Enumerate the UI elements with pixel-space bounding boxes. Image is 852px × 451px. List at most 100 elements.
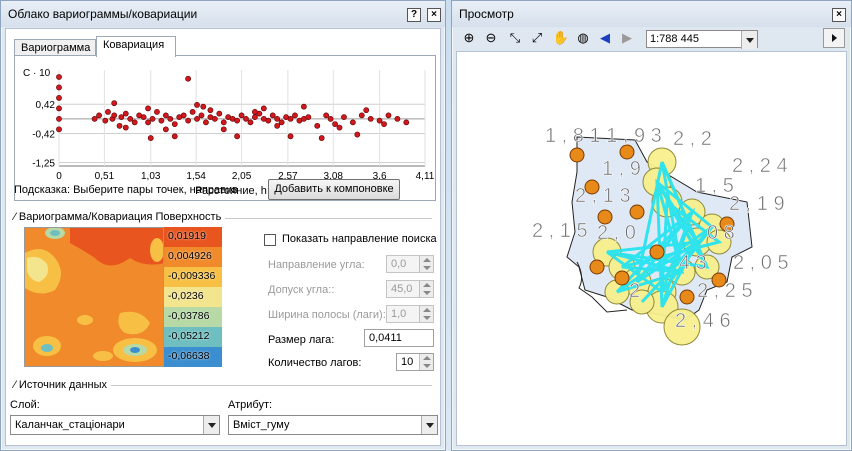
data-point — [56, 84, 62, 91]
map-label: 2 , 0 — [597, 222, 636, 244]
data-point — [111, 112, 118, 119]
bandwidth-field[interactable]: 1,0 — [386, 305, 434, 323]
data-point — [122, 124, 129, 131]
data-point — [102, 117, 109, 124]
hint-text: Подсказка: Выберите пары точек, направив — [14, 184, 238, 196]
lag-count-label: Количество лагов: — [268, 357, 362, 369]
add-to-layout-button[interactable]: Добавить к компоновке — [268, 179, 400, 200]
data-point — [403, 119, 410, 126]
attribute-select[interactable]: Вміст_гуму — [228, 415, 438, 435]
fixed-zoom-out-icon[interactable]: ⤢ — [528, 29, 546, 47]
data-point — [287, 133, 294, 140]
data-point — [354, 131, 361, 138]
data-point — [127, 115, 134, 122]
data-point — [243, 115, 249, 122]
data-point — [189, 108, 196, 115]
x-tick-label: 0,51 — [95, 171, 115, 182]
variogram-cloud-window: Облако вариограммы/ковариации ? × Вариог… — [0, 0, 446, 451]
data-point — [131, 119, 138, 126]
map-label: 2 — [629, 280, 640, 302]
data-point — [336, 124, 343, 131]
full-extent-globe-icon[interactable]: ◍ — [574, 29, 592, 47]
chevron-down-icon[interactable] — [203, 416, 219, 434]
legend-label: -0,009336 — [168, 270, 216, 282]
close-button[interactable]: × — [832, 8, 846, 22]
angle-direction-value: 0,0 — [391, 258, 407, 270]
data-point — [363, 107, 370, 114]
data-point — [327, 115, 334, 122]
bandwidth-spinner[interactable] — [419, 306, 433, 322]
data-point — [358, 112, 365, 119]
data-point — [140, 114, 147, 121]
angle-direction-spinner[interactable] — [419, 256, 433, 272]
data-point — [238, 112, 245, 119]
lag-count-field[interactable]: 10 — [396, 353, 434, 371]
data-point — [216, 110, 223, 117]
map-label: 2 , 2 — [673, 128, 712, 150]
tab-covariance[interactable]: Ковариация — [96, 36, 176, 57]
data-point — [180, 112, 187, 119]
legend-label: 0,01919 — [168, 230, 206, 242]
chevron-down-icon[interactable] — [421, 416, 437, 434]
data-point — [207, 107, 214, 114]
scale-select[interactable]: 1:788 445 — [646, 30, 758, 49]
lag-count-spinner[interactable] — [419, 354, 433, 370]
window-titlebar[interactable]: Просмотр × — [452, 1, 851, 27]
y-axis-title: C · 10 — [23, 68, 51, 79]
layer-select[interactable]: Каланчак_стаціонари — [10, 415, 220, 435]
bandwidth-label: Ширина полосы (лаги): — [268, 309, 386, 321]
lag-size-label: Размер лага: — [268, 334, 335, 346]
zoom-in-icon[interactable]: ⊕ — [460, 29, 478, 47]
data-point — [314, 122, 321, 129]
variogram-surface-map[interactable] — [24, 227, 164, 367]
data-point — [171, 121, 178, 128]
data-point — [105, 108, 111, 115]
x-tick-label: 2,05 — [232, 171, 252, 182]
data-point — [247, 119, 254, 126]
angle-tolerance-spinner[interactable] — [419, 281, 433, 297]
data-point — [300, 103, 307, 110]
data-point — [376, 117, 383, 124]
data-point — [318, 135, 325, 141]
map-canvas[interactable]: 1 , 8 1 1 , 9 3 2 , 2 2 , 2 4 1 , 9 1 , … — [456, 51, 847, 446]
angle-tolerance-field[interactable]: 45,0 — [386, 280, 434, 298]
data-point — [149, 115, 156, 122]
x-tick-label: 1,54 — [186, 171, 206, 182]
legend-label: -0,06638 — [168, 350, 210, 362]
lag-size-field[interactable]: 0,0411 — [364, 329, 434, 347]
data-point — [145, 119, 151, 126]
source-group-title: ⁄ Источник данных — [14, 379, 112, 391]
angle-direction-field[interactable]: 0,0 — [386, 255, 434, 273]
angle-tolerance-label: Допуск угла:: — [268, 284, 335, 296]
layer-label: Слой: — [10, 399, 40, 411]
data-point — [158, 117, 165, 124]
forward-arrow-icon[interactable]: ▶ — [618, 29, 636, 47]
toolbar-overflow-button[interactable] — [823, 28, 845, 48]
x-tick-label: 0 — [56, 171, 62, 182]
show-search-direction-checkbox[interactable] — [264, 234, 276, 246]
data-point — [349, 119, 356, 126]
window-title: Просмотр — [459, 7, 514, 21]
lag-size-value: 0,0411 — [369, 332, 402, 344]
map-drawing: 1 , 8 1 1 , 9 3 2 , 2 2 , 2 4 1 , 9 1 , … — [532, 125, 789, 346]
zoom-out-icon[interactable]: ⊖ — [482, 29, 500, 47]
back-arrow-icon[interactable]: ◀ — [596, 29, 614, 47]
data-point — [394, 115, 401, 122]
window-client: Вариограмма Ковариация 0,42 -0,42 -1,25 0 0,… — [5, 28, 441, 446]
pan-hand-icon[interactable]: ✋ — [552, 29, 570, 47]
map-label: 1 , 9 — [602, 158, 641, 180]
map-label: 4 3 — [679, 252, 707, 274]
legend-label: -0,03786 — [168, 310, 210, 322]
data-point — [220, 126, 227, 133]
data-point — [287, 115, 294, 122]
data-point — [211, 115, 218, 122]
data-point — [367, 115, 374, 122]
window-titlebar[interactable]: Облако вариограммы/ковариации ? × — [1, 1, 445, 27]
x-tick-label: 1,03 — [141, 171, 161, 182]
help-button[interactable]: ? — [407, 8, 421, 22]
close-button[interactable]: × — [427, 8, 441, 22]
data-point — [116, 122, 123, 129]
chevron-down-icon[interactable] — [741, 31, 757, 49]
fixed-zoom-in-icon[interactable]: ⤡ — [506, 29, 524, 47]
data-point — [145, 105, 151, 112]
